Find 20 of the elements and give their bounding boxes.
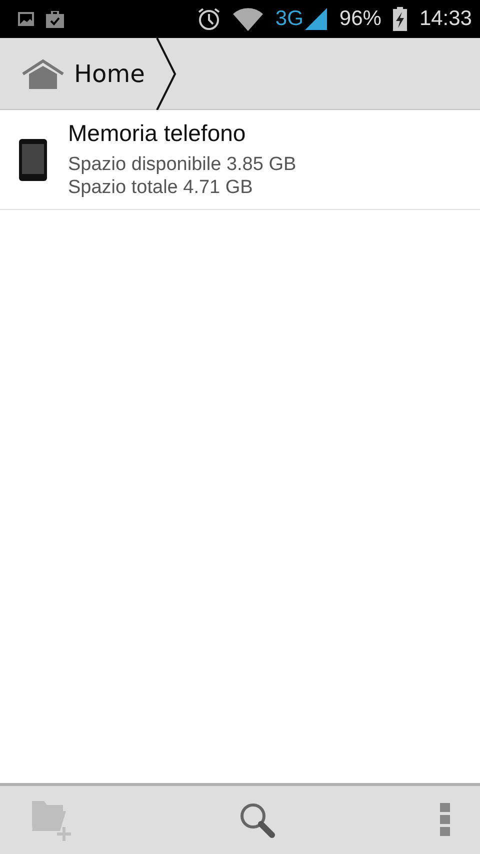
storage-name: Memoria telefono [68, 120, 247, 147]
search-icon [239, 802, 275, 838]
total-space: Spazio totale 4.71 GB [68, 176, 254, 199]
wifi-icon [233, 7, 264, 31]
signal-icon [305, 8, 328, 30]
overflow-menu-icon [440, 803, 450, 837]
network-type: 3G [275, 7, 304, 31]
breadcrumb-home[interactable]: Home [74, 60, 145, 88]
alarm-icon [197, 7, 222, 31]
battery-percent: 96% [339, 7, 382, 31]
clock-time: 14:33 [419, 7, 472, 31]
phone-icon [18, 138, 48, 182]
chevron-separator-icon [154, 38, 177, 110]
picture-icon [18, 12, 34, 26]
battery-charging-icon [393, 7, 408, 31]
storage-item[interactable]: Memoria telefono Spazio disponibile 3.85 GB Spazio totale 4.71 GB [0, 110, 480, 210]
available-space: Spazio disponibile 3.85 GB [68, 153, 296, 176]
new-folder-icon [30, 799, 74, 841]
home-icon [22, 58, 64, 88]
briefcase-check-icon [46, 10, 64, 28]
